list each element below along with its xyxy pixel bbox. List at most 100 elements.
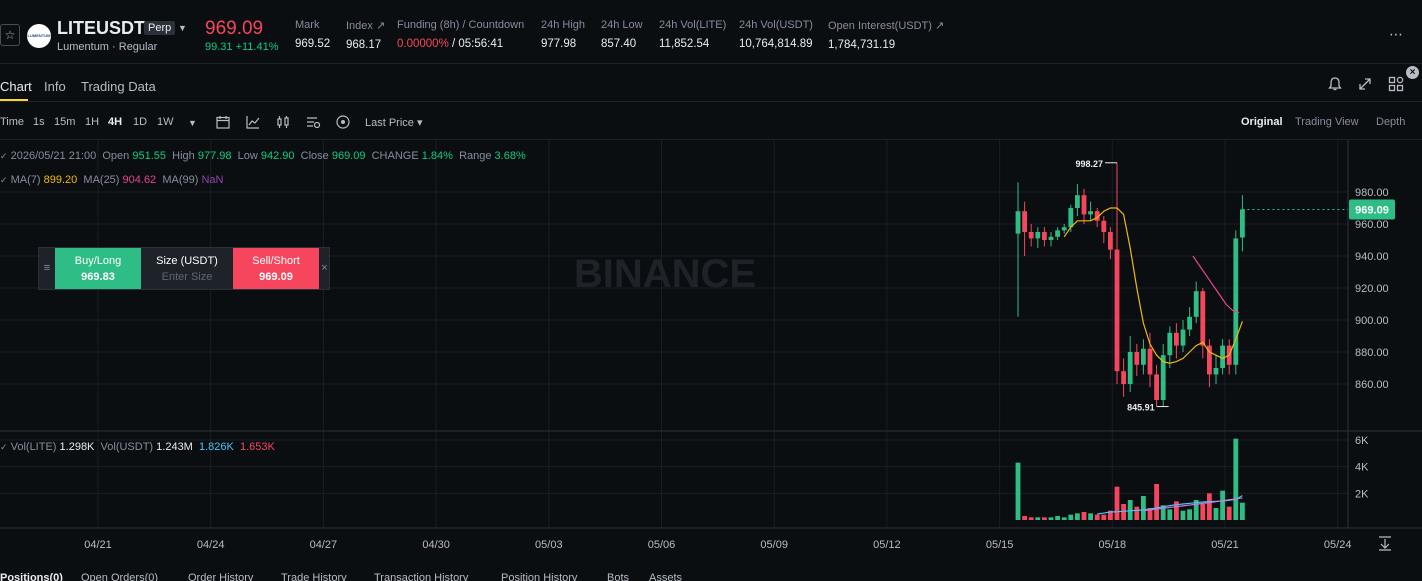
stat-funding: Funding (8h) / Countdown 0.00000% / 05:5…: [397, 19, 524, 50]
interval-dropdown-icon[interactable]: ▼: [188, 118, 197, 128]
open-value: 951.55: [132, 150, 167, 162]
interval-1w[interactable]: 1W: [157, 116, 174, 128]
volume-tick-label: 2K: [1355, 488, 1369, 500]
stat-label: 24h Low: [601, 19, 643, 31]
interval-15m[interactable]: 15m: [54, 116, 75, 128]
vol-ma1-value: 1.826K: [198, 441, 234, 453]
tab-trading-data[interactable]: Trading Data: [81, 79, 156, 94]
interval-4h[interactable]: 4H: [108, 116, 122, 128]
volume-bar: [1075, 513, 1080, 520]
tab-bots[interactable]: Bots: [607, 572, 629, 581]
date-tick-label: 05/09: [760, 539, 788, 551]
target-icon[interactable]: [335, 114, 351, 130]
more-dots-icon[interactable]: ⋯: [1389, 26, 1404, 43]
interval-1d[interactable]: 1D: [133, 116, 147, 128]
expand-icon[interactable]: [1356, 75, 1374, 93]
ma25-line: [1192, 255, 1240, 314]
chevron-down-icon[interactable]: ▼: [178, 23, 187, 33]
stat-label: 24h High: [541, 19, 586, 31]
contract-type-badge: Perp: [144, 21, 176, 35]
price-chart[interactable]: BINANCE 980.00 960.00 940.00 920.00 900.00 88…: [0, 140, 1422, 558]
date-tick-label: 05/06: [648, 539, 676, 551]
volume-bar: [1134, 506, 1140, 520]
view-original[interactable]: Original: [1241, 116, 1283, 128]
buy-long-button[interactable]: Buy/Long 969.83: [55, 248, 141, 289]
candle-body: [1167, 332, 1173, 356]
check-icon[interactable]: ✓: [0, 442, 8, 452]
tab-positions[interactable]: Positions(0): [0, 572, 63, 581]
funding-countdown: / 05:56:41: [452, 38, 504, 50]
layout-grid-icon[interactable]: [1387, 75, 1405, 93]
scroll-latest-glyph: [1379, 536, 1391, 551]
stat-label: Open Interest(USDT) ↗: [828, 20, 945, 32]
tab-assets[interactable]: Assets: [649, 572, 682, 581]
check-icon[interactable]: ✓: [0, 151, 8, 161]
stat-24h-vol-usdt: 24h Vol(USDT) 10,764,814.89: [739, 19, 813, 50]
bell-icon[interactable]: [1326, 75, 1344, 93]
symbol-subtitle: Lumentum · Regular: [57, 41, 158, 53]
interval-1h[interactable]: 1H: [85, 116, 99, 128]
price-tick-label: 960.00: [1355, 219, 1389, 231]
sell-short-button[interactable]: Sell/Short 969.09: [233, 248, 319, 289]
indicator-line-icon[interactable]: [245, 114, 261, 130]
size-input[interactable]: Size (USDT) Enter Size: [141, 248, 233, 289]
candlestick-icon[interactable]: [275, 114, 291, 130]
tab-transaction-history[interactable]: Transaction History: [374, 572, 468, 581]
symbol-name[interactable]: LITEUSDT: [57, 18, 145, 39]
stat-label: 24h Vol(USDT): [739, 19, 813, 31]
scroll-latest-icon[interactable]: [1379, 536, 1391, 551]
date-tick-label: 05/18: [1099, 539, 1127, 551]
candle-body: [1147, 348, 1153, 375]
tab-info[interactable]: Info: [44, 79, 66, 94]
volume-bar: [1213, 508, 1219, 520]
volume-bar: [1048, 517, 1054, 520]
settings-list-icon[interactable]: [305, 114, 321, 130]
date-tick-label: 04/21: [84, 539, 112, 551]
stat-24h-low: 24h Low 857.40: [601, 19, 643, 50]
volume-bar: [1167, 509, 1173, 520]
interval-1s[interactable]: 1s: [33, 116, 45, 128]
interval-time[interactable]: Time: [0, 116, 24, 128]
tab-chart[interactable]: Chart: [0, 79, 32, 94]
ticker-header: ☆ LUMENTUM LITEUSDT Perp ▼ Lumentum · Re…: [0, 0, 1422, 64]
volume-bar: [1042, 517, 1047, 520]
stat-value: 968.17: [346, 39, 382, 51]
volume-bar: [1141, 496, 1146, 520]
view-depth[interactable]: Depth: [1376, 116, 1405, 128]
price-type-select[interactable]: Last Price ▾: [365, 116, 423, 129]
low-value: 942.90: [260, 150, 295, 162]
tab-order-history[interactable]: Order History: [188, 572, 253, 581]
calendar-icon[interactable]: [215, 114, 231, 130]
candle-body: [1061, 227, 1067, 231]
check-icon[interactable]: ✓: [0, 175, 8, 185]
stat-open-interest[interactable]: Open Interest(USDT) ↗ 1,784,731.19: [828, 19, 944, 51]
volume-bars: [1015, 438, 1245, 520]
star-icon[interactable]: ☆: [0, 24, 20, 46]
candle-body: [1101, 220, 1107, 232]
legend-datetime: 2026/05/21 21:00: [10, 150, 97, 162]
date-tick-label: 04/27: [310, 539, 338, 551]
chart-toolbar: Time 1s 15m 1H 4H 1D 1W ▼ Last Price ▾ O…: [0, 102, 1422, 140]
close-value: 969.09: [331, 150, 366, 162]
candle-body: [1193, 291, 1199, 317]
date-tick-label: 05/21: [1211, 539, 1239, 551]
tab-position-history[interactable]: Position History: [501, 572, 577, 581]
stat-index[interactable]: Index ↗ 968.17: [346, 19, 385, 51]
candle-body: [1108, 232, 1113, 250]
range-label: Range: [459, 150, 492, 162]
candle-body: [1141, 348, 1146, 365]
bottom-tabs: Positions(0) Open Orders(0) Order Histor…: [0, 572, 1422, 581]
close-icon[interactable]: ×: [319, 248, 330, 289]
drag-handle-icon[interactable]: ≡: [39, 248, 55, 289]
candle-body: [1075, 195, 1080, 208]
watermark: BINANCE: [574, 252, 756, 296]
tab-trade-history[interactable]: Trade History: [281, 572, 347, 581]
close-icon[interactable]: ×: [1406, 66, 1419, 79]
stat-value: 0.00000% / 05:56:41: [397, 38, 524, 50]
candle-body: [1174, 332, 1179, 346]
vol-usdt-label: Vol(USDT): [100, 441, 154, 453]
tab-open-orders[interactable]: Open Orders(0): [81, 572, 158, 581]
price-tick-label: 900.00: [1355, 315, 1389, 327]
price-change: 99.31 +11.41%: [205, 41, 279, 53]
view-trading-view[interactable]: Trading View: [1295, 116, 1359, 128]
